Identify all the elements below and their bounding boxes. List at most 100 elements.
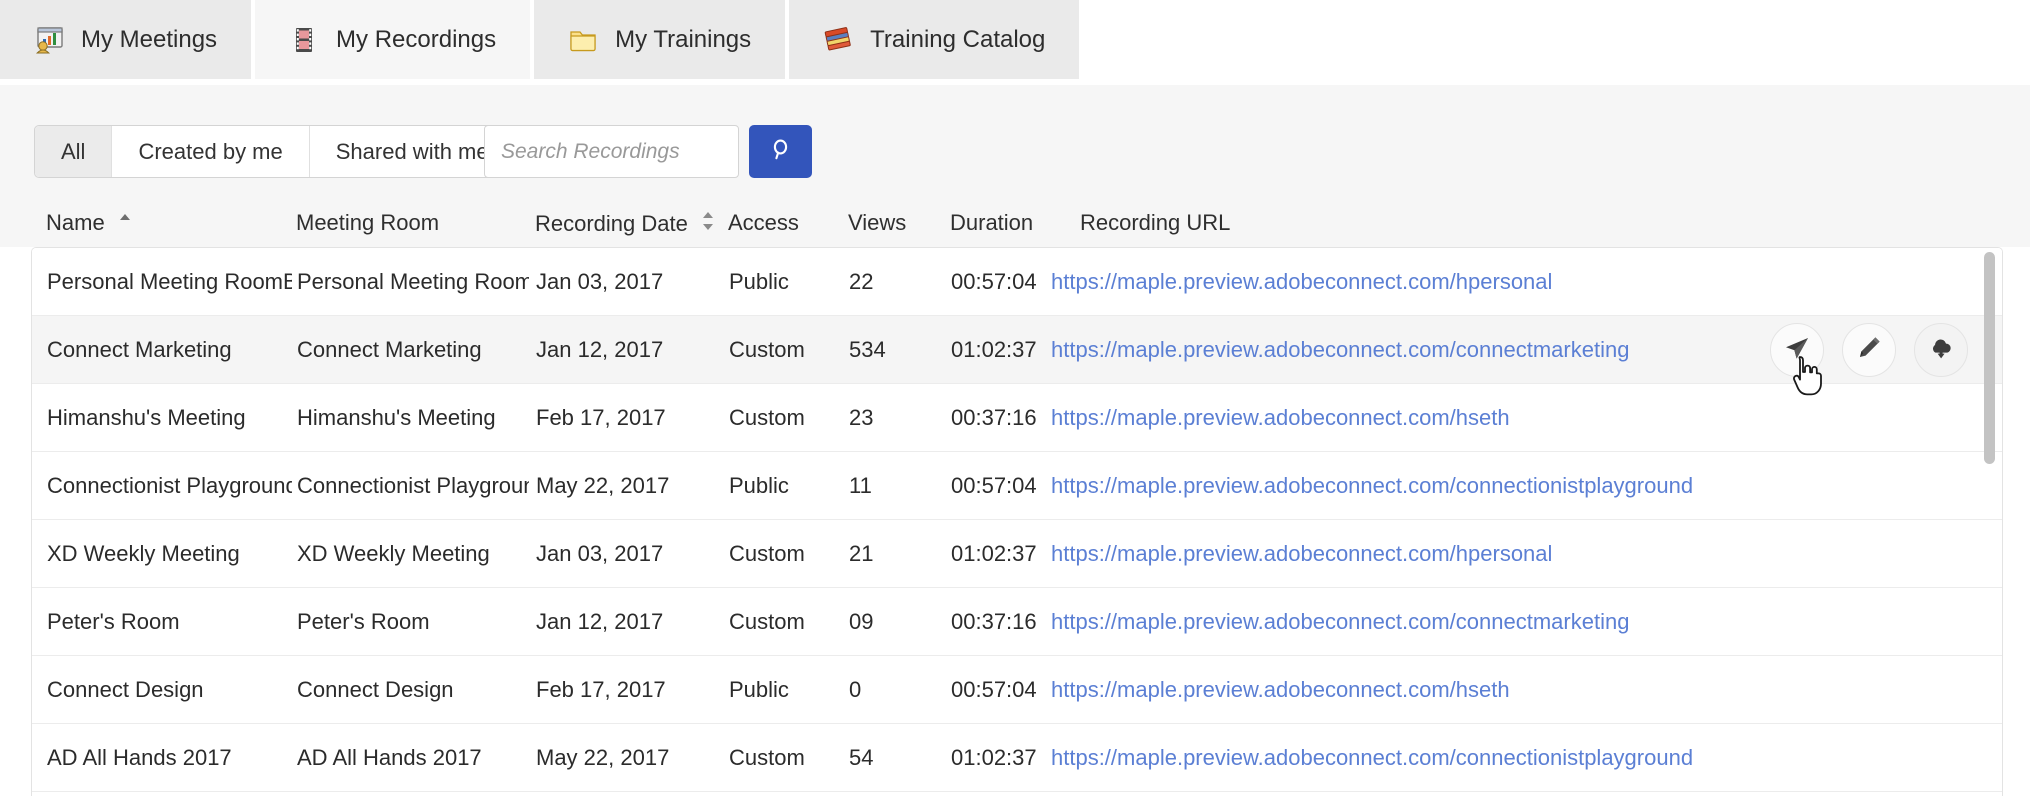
edit-pencil-icon <box>1855 334 1883 367</box>
cell-access: Custom <box>729 609 805 634</box>
recording-url-link[interactable]: https://maple.preview.adobeconnect.com/c… <box>1051 724 1951 792</box>
cell-access: Custom <box>729 541 805 566</box>
cell-room: AD All Hands 2017 <box>297 745 482 770</box>
cell-access: Public <box>729 473 789 498</box>
column-header-label: Recording Date <box>535 211 688 236</box>
column-header-meeting-room[interactable]: Meeting Room <box>296 210 439 236</box>
cell-access: Custom <box>729 745 805 770</box>
cell-access: Custom <box>729 337 805 362</box>
tab-my-meetings[interactable]: My Meetings <box>0 0 252 79</box>
column-header-label: Views <box>848 210 907 235</box>
cell-views: 534 <box>849 337 886 362</box>
column-header-label: Recording URL <box>1080 210 1231 235</box>
search-input[interactable] <box>484 125 739 178</box>
table-row[interactable]: AD All Hands 2017 AD All Hands 2017 May 22… <box>32 724 2002 792</box>
cloud-download-icon <box>1927 334 1955 367</box>
cell-date: May 22, 2017 <box>536 745 670 770</box>
cell-date: Jan 12, 2017 <box>536 609 664 634</box>
column-header-name[interactable]: Name <box>46 210 133 236</box>
cell-room: Personal Meeting RoomBeta <box>297 269 529 294</box>
cell-room: Connect Marketing <box>297 337 482 362</box>
recording-url-link[interactable]: https://maple.preview.adobeconnect.com/c… <box>1051 588 1951 656</box>
table-scrollbar-thumb[interactable] <box>1984 252 1995 464</box>
cell-views: 21 <box>849 541 874 566</box>
cell-date: Jan 03, 2017 <box>536 541 664 566</box>
search-submit-button[interactable] <box>749 125 812 178</box>
table-row[interactable]: Connect Marketing Connect Marketing Jan 12… <box>32 316 2002 384</box>
cell-access: Custom <box>729 405 805 430</box>
main-tab-bar: My Meetings My Recordings My Trainings T… <box>0 0 2030 85</box>
cell-access: Public <box>729 677 789 702</box>
filter-segmented-control: All Created by me Shared with me <box>34 125 516 178</box>
tab-label: My Recordings <box>336 25 497 53</box>
cell-name: Personal Meeting RoomBeta <box>47 269 292 294</box>
cell-room: Connectionist Playground <box>297 473 529 498</box>
cell-views: 11 <box>849 473 872 498</box>
cell-date: May 22, 2017 <box>536 473 670 498</box>
recording-url-link[interactable]: https://maple.preview.adobeconnect.com/h… <box>1051 248 1951 316</box>
column-header-label: Meeting Room <box>296 210 440 235</box>
recording-url-link[interactable]: https://maple.preview.adobeconnect.com/h… <box>1051 520 1951 588</box>
recording-url-link[interactable]: https://maple.preview.adobeconnect.com/h… <box>1051 384 1951 452</box>
tab-label: My Trainings <box>615 25 752 53</box>
cell-room: Connect Design <box>297 677 454 702</box>
filter-all-button[interactable]: All <box>35 126 113 177</box>
table-header-row: Name Meeting Room Recording Date Access … <box>0 200 2030 247</box>
filter-toolbar: All Created by me Shared with me <box>0 85 2030 200</box>
table-scrollbar-track[interactable] <box>1984 252 1996 793</box>
sort-ascending-icon[interactable] <box>117 210 133 236</box>
table-row[interactable]: Connectionist Playground Connectionist Pl… <box>32 452 2002 520</box>
column-header-recording-url[interactable]: Recording URL <box>1080 210 1230 236</box>
tab-label: Training Catalog <box>870 25 1046 53</box>
cell-date: Feb 17, 2017 <box>536 677 666 702</box>
cloud-download-button[interactable] <box>1914 323 1968 377</box>
cell-date: Feb 17, 2017 <box>536 405 666 430</box>
recordings-page: My Meetings My Recordings My Trainings T… <box>0 0 2030 796</box>
search-area <box>484 125 812 178</box>
tab-my-trainings[interactable]: My Trainings <box>534 0 786 79</box>
row-action-buttons <box>1770 316 1968 384</box>
cell-name: Connectionist Playground <box>47 473 292 498</box>
cell-name: Himanshu's Meeting <box>47 405 246 430</box>
tab-label: My Meetings <box>81 25 218 53</box>
column-header-views[interactable]: Views <box>848 210 906 236</box>
cell-views: 54 <box>849 745 874 770</box>
cell-name: Peter's Room <box>47 609 180 634</box>
column-header-label: Duration <box>950 210 1034 235</box>
filter-created-by-me-button[interactable]: Created by me <box>112 126 310 177</box>
column-header-access[interactable]: Access <box>728 210 799 236</box>
meetings-icon <box>34 25 64 55</box>
cell-name: Connect Marketing <box>47 337 232 362</box>
send-button[interactable] <box>1770 323 1824 377</box>
cell-room: Peter's Room <box>297 609 430 634</box>
column-header-label: Name <box>46 210 105 235</box>
recordings-table-body: Personal Meeting RoomBetaPersonal Meetin… <box>31 247 2003 796</box>
column-header-duration[interactable]: Duration <box>950 210 1033 236</box>
cell-name: XD Weekly Meeting <box>47 541 240 566</box>
cell-room: Himanshu's Meeting <box>297 405 496 430</box>
recording-url-link[interactable]: https://maple.preview.adobeconnect.com/c… <box>1051 452 1951 520</box>
cell-name: AD All Hands 2017 <box>47 745 232 770</box>
cell-views: 22 <box>849 269 874 294</box>
cell-name: Connect Design <box>47 677 204 702</box>
recording-url-link[interactable]: https://maple.preview.adobeconnect.com/h… <box>1051 656 1951 724</box>
column-header-label: Access <box>728 210 799 235</box>
stacked-books-icon <box>823 25 853 55</box>
cell-room: XD Weekly Meeting <box>297 541 490 566</box>
table-row[interactable]: Peter's Room Peter's Room Jan 12, 2017 Cust… <box>32 588 2002 656</box>
send-icon <box>1783 334 1811 367</box>
cell-views: 0 <box>849 677 862 702</box>
film-strip-icon <box>289 25 319 55</box>
table-row[interactable]: XD Weekly Meeting XD Weekly Meeting Jan 03… <box>32 520 2002 588</box>
folder-icon <box>568 25 598 55</box>
table-row[interactable]: Personal Meeting RoomBetaPersonal Meetin… <box>32 248 2002 316</box>
table-row[interactable]: Connect Design Connect Design Feb 17, 2017… <box>32 656 2002 724</box>
cell-date: Jan 12, 2017 <box>536 337 664 362</box>
tab-my-recordings[interactable]: My Recordings <box>255 0 531 79</box>
tab-training-catalog[interactable]: Training Catalog <box>789 0 1080 79</box>
edit-pencil-button[interactable] <box>1842 323 1896 377</box>
table-row[interactable]: Himanshu's Meeting Himanshu's Meeting Feb … <box>32 384 2002 452</box>
column-header-recording-date[interactable]: Recording Date <box>535 210 716 238</box>
sort-both-icon[interactable] <box>700 210 716 238</box>
search-icon <box>767 136 795 167</box>
